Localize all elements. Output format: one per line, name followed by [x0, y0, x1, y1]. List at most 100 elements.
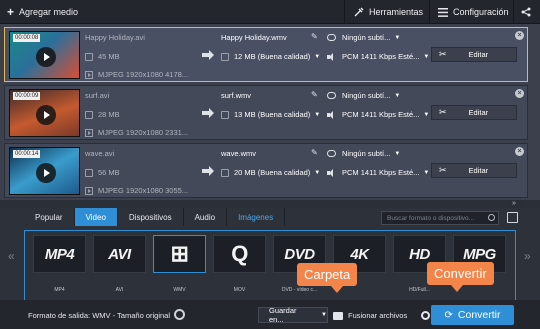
file-row[interactable]: 00:00:14 wave.avi 56 MB MJPEG 1920x1080 …: [4, 143, 528, 198]
edit-button[interactable]: ✂ Editar: [431, 163, 517, 178]
chevron-down-icon: ▼: [314, 111, 321, 118]
thumbnail[interactable]: 00:00:14: [9, 147, 80, 195]
source-size: 56 MB: [85, 168, 120, 177]
format-tile[interactable]: MP4: [33, 235, 86, 273]
scissors-icon: ✂: [439, 107, 447, 117]
tab-popular[interactable]: Popular: [24, 208, 75, 226]
format-label: AVI: [115, 287, 124, 293]
source-filename: surf.avi: [85, 91, 110, 100]
output-size-dropdown[interactable]: 12 MB (Buena calidad) ▼: [221, 52, 320, 61]
subtitle-icon: [327, 150, 336, 157]
merge-files-label: Fusionar archivos: [348, 311, 408, 320]
tab-video[interactable]: Video: [74, 208, 118, 226]
file-row[interactable]: 00:00:08 Happy Holiday.avi 45 MB MJPEG 1…: [4, 27, 528, 82]
file-icon: [85, 168, 93, 177]
collapse-panel-button[interactable]: »: [506, 200, 522, 208]
dvd-logo: DVD: [284, 245, 315, 263]
format-item-wmv[interactable]: ⊞ WMV: [152, 235, 207, 297]
close-icon[interactable]: ×: [515, 89, 524, 98]
file-row[interactable]: 00:00:09 surf.avi 28 MB MJPEG 1920x1080 …: [4, 85, 528, 140]
arrow-right-icon: [202, 50, 214, 60]
format-tabs: Popular Video Dispositivos Audio Imágene…: [24, 208, 286, 226]
speaker-icon: [327, 168, 336, 177]
source-codec: MJPEG 1920x1080 3055...: [85, 186, 188, 195]
thumbnail[interactable]: 00:00:09: [9, 89, 80, 137]
audio-dropdown[interactable]: PCM 1411 Kbps Esté... ▼: [327, 110, 429, 119]
gear-icon[interactable]: [174, 309, 185, 320]
refresh-icon: ⟳: [444, 309, 453, 321]
format-tile[interactable]: Q: [213, 235, 266, 273]
video-icon: [85, 70, 93, 79]
scroll-right-icon[interactable]: »: [524, 249, 531, 263]
format-item-avi[interactable]: AVI AVI: [92, 235, 147, 297]
format-label: MP4: [54, 287, 65, 293]
4k-logo: 4K: [350, 245, 369, 263]
source-codec: MJPEG 1920x1080 4178...: [85, 70, 188, 79]
edit-button[interactable]: ✂ Editar: [431, 47, 517, 62]
format-tile[interactable]: ⊞: [153, 235, 206, 273]
scissors-icon: ✂: [439, 49, 447, 59]
tab-images[interactable]: Imágenes: [227, 208, 286, 226]
audio-dropdown[interactable]: PCM 1411 Kbps Esté... ▼: [327, 52, 429, 61]
tools-button[interactable]: Herramientas: [354, 0, 423, 24]
subtitles-dropdown[interactable]: Ningún subtí... ▼: [327, 33, 400, 42]
source-size: 45 MB: [85, 52, 120, 61]
output-size-dropdown[interactable]: 20 MB (Buena calidad) ▼: [221, 168, 320, 177]
subtitles-dropdown[interactable]: Ningún subtí... ▼: [327, 91, 400, 100]
edit-button[interactable]: ✂ Editar: [431, 105, 517, 120]
pencil-icon[interactable]: ✎: [311, 90, 318, 99]
thumbnail[interactable]: 00:00:08: [9, 31, 80, 79]
merge-files-toggle[interactable]: [421, 311, 430, 320]
format-item-mp4[interactable]: MP4 MP4: [32, 235, 87, 297]
chevron-down-icon: ▼: [423, 53, 430, 60]
format-tile[interactable]: AVI: [93, 235, 146, 273]
close-icon[interactable]: ×: [515, 147, 524, 156]
folder-icon[interactable]: [333, 312, 343, 320]
duration-badge: 00:00:08: [13, 34, 41, 42]
device-detect-icon[interactable]: [507, 212, 518, 223]
source-filename: Happy Holiday.avi: [85, 33, 145, 42]
settings-button[interactable]: Configuración: [438, 0, 509, 24]
format-label: MOV: [233, 287, 246, 293]
file-icon: [85, 110, 93, 119]
chevron-down-icon: ▼: [314, 169, 321, 176]
source-codec-text: MJPEG 1920x1080 4178...: [98, 70, 189, 79]
output-size-text: 20 MB (Buena calidad): [234, 168, 311, 177]
pencil-icon[interactable]: ✎: [311, 32, 318, 41]
folder-callout: Carpeta: [297, 263, 358, 293]
convert-button[interactable]: ⟳ Convertir: [431, 305, 514, 325]
source-codec: MJPEG 1920x1080 2331...: [85, 128, 188, 137]
play-icon[interactable]: [36, 163, 56, 183]
share-icon[interactable]: [521, 7, 531, 17]
audio-text: PCM 1411 Kbps Esté...: [342, 110, 420, 119]
avi-logo: AVI: [108, 245, 131, 263]
play-icon[interactable]: [36, 105, 56, 125]
source-size-text: 56 MB: [98, 168, 120, 177]
output-filename[interactable]: wave.wmv: [221, 149, 256, 158]
mp4-logo: MP4: [44, 245, 75, 263]
play-icon[interactable]: [36, 47, 56, 67]
close-icon[interactable]: ×: [515, 31, 524, 40]
mpg-logo: MPG: [463, 245, 496, 263]
audio-dropdown[interactable]: PCM 1411 Kbps Esté... ▼: [327, 168, 429, 177]
tab-devices[interactable]: Dispositivos: [118, 208, 184, 226]
tab-audio[interactable]: Audio: [184, 208, 228, 226]
audio-text: PCM 1411 Kbps Esté...: [342, 168, 420, 177]
chevron-down-icon: ▼: [314, 53, 321, 60]
chevron-down-icon: ▼: [394, 92, 401, 99]
add-media-button[interactable]: + Agregar medio: [7, 0, 78, 24]
save-to-dropdown[interactable]: Guardar en... ▼: [258, 306, 328, 324]
scroll-left-icon[interactable]: «: [8, 249, 15, 263]
subtitles-text: Ningún subtí...: [342, 33, 391, 42]
output-size-dropdown[interactable]: 13 MB (Buena calidad) ▼: [221, 110, 320, 119]
subtitles-dropdown[interactable]: Ningún subtí... ▼: [327, 149, 400, 158]
output-filename[interactable]: surf.wmv: [221, 91, 251, 100]
subtitles-text: Ningún subtí...: [342, 149, 391, 158]
format-item-mov[interactable]: Q MOV: [212, 235, 267, 297]
output-filename[interactable]: Happy Holiday.wmv: [221, 33, 287, 42]
audio-text: PCM 1411 Kbps Esté...: [342, 52, 420, 61]
format-search-input[interactable]: Buscar formato o dispositivo...: [381, 211, 499, 225]
pencil-icon[interactable]: ✎: [311, 148, 318, 157]
menu-icon: [438, 7, 448, 17]
source-codec-text: MJPEG 1920x1080 2331...: [98, 128, 189, 137]
